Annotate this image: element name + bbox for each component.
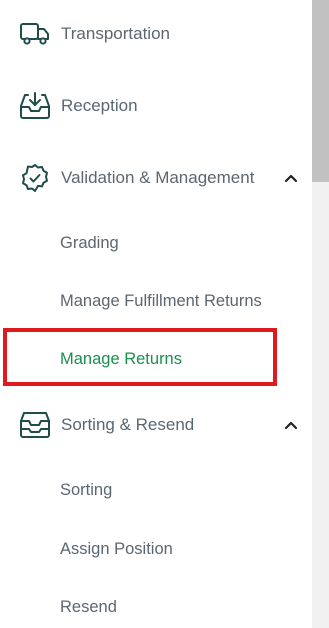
- sub-item-sorting[interactable]: Sorting: [0, 470, 312, 510]
- sub-item-label: Sorting: [60, 480, 113, 499]
- sub-item-label: Grading: [60, 233, 119, 252]
- nav-item-sorting-resend[interactable]: Sorting & Resend: [0, 403, 312, 447]
- sub-item-label: Manage Fulfillment Returns: [60, 291, 262, 310]
- chevron-up-icon[interactable]: [281, 415, 301, 435]
- badge-check-icon: [18, 163, 52, 193]
- inbox-download-icon: [18, 91, 52, 121]
- tray-stack-icon: [18, 410, 52, 440]
- sub-item-grading[interactable]: Grading: [0, 223, 312, 263]
- sidebar: Transportation Reception Validation & Ma…: [0, 0, 329, 628]
- nav-item-label: Validation & Management: [61, 168, 255, 187]
- truck-icon: [18, 19, 52, 49]
- sidebar-menu: Transportation Reception Validation & Ma…: [0, 0, 312, 628]
- nav-item-label: Reception: [61, 96, 138, 115]
- chevron-up-icon[interactable]: [281, 168, 301, 188]
- highlight-box: [3, 328, 277, 386]
- nav-item-label: Sorting & Resend: [61, 415, 195, 434]
- nav-item-validation-management[interactable]: Validation & Management: [0, 156, 312, 200]
- sub-item-label: Assign Position: [60, 539, 173, 558]
- scrollbar-thumb[interactable]: [312, 0, 329, 182]
- sub-item-label: Resend: [60, 597, 117, 616]
- nav-item-label: Transportation: [61, 24, 170, 43]
- sub-item-assign-position[interactable]: Assign Position: [0, 529, 312, 569]
- sub-item-manage-fulfillment-returns[interactable]: Manage Fulfillment Returns: [0, 281, 312, 321]
- nav-item-transportation[interactable]: Transportation: [0, 12, 312, 56]
- sub-item-resend[interactable]: Resend: [0, 587, 312, 627]
- nav-item-reception[interactable]: Reception: [0, 84, 312, 128]
